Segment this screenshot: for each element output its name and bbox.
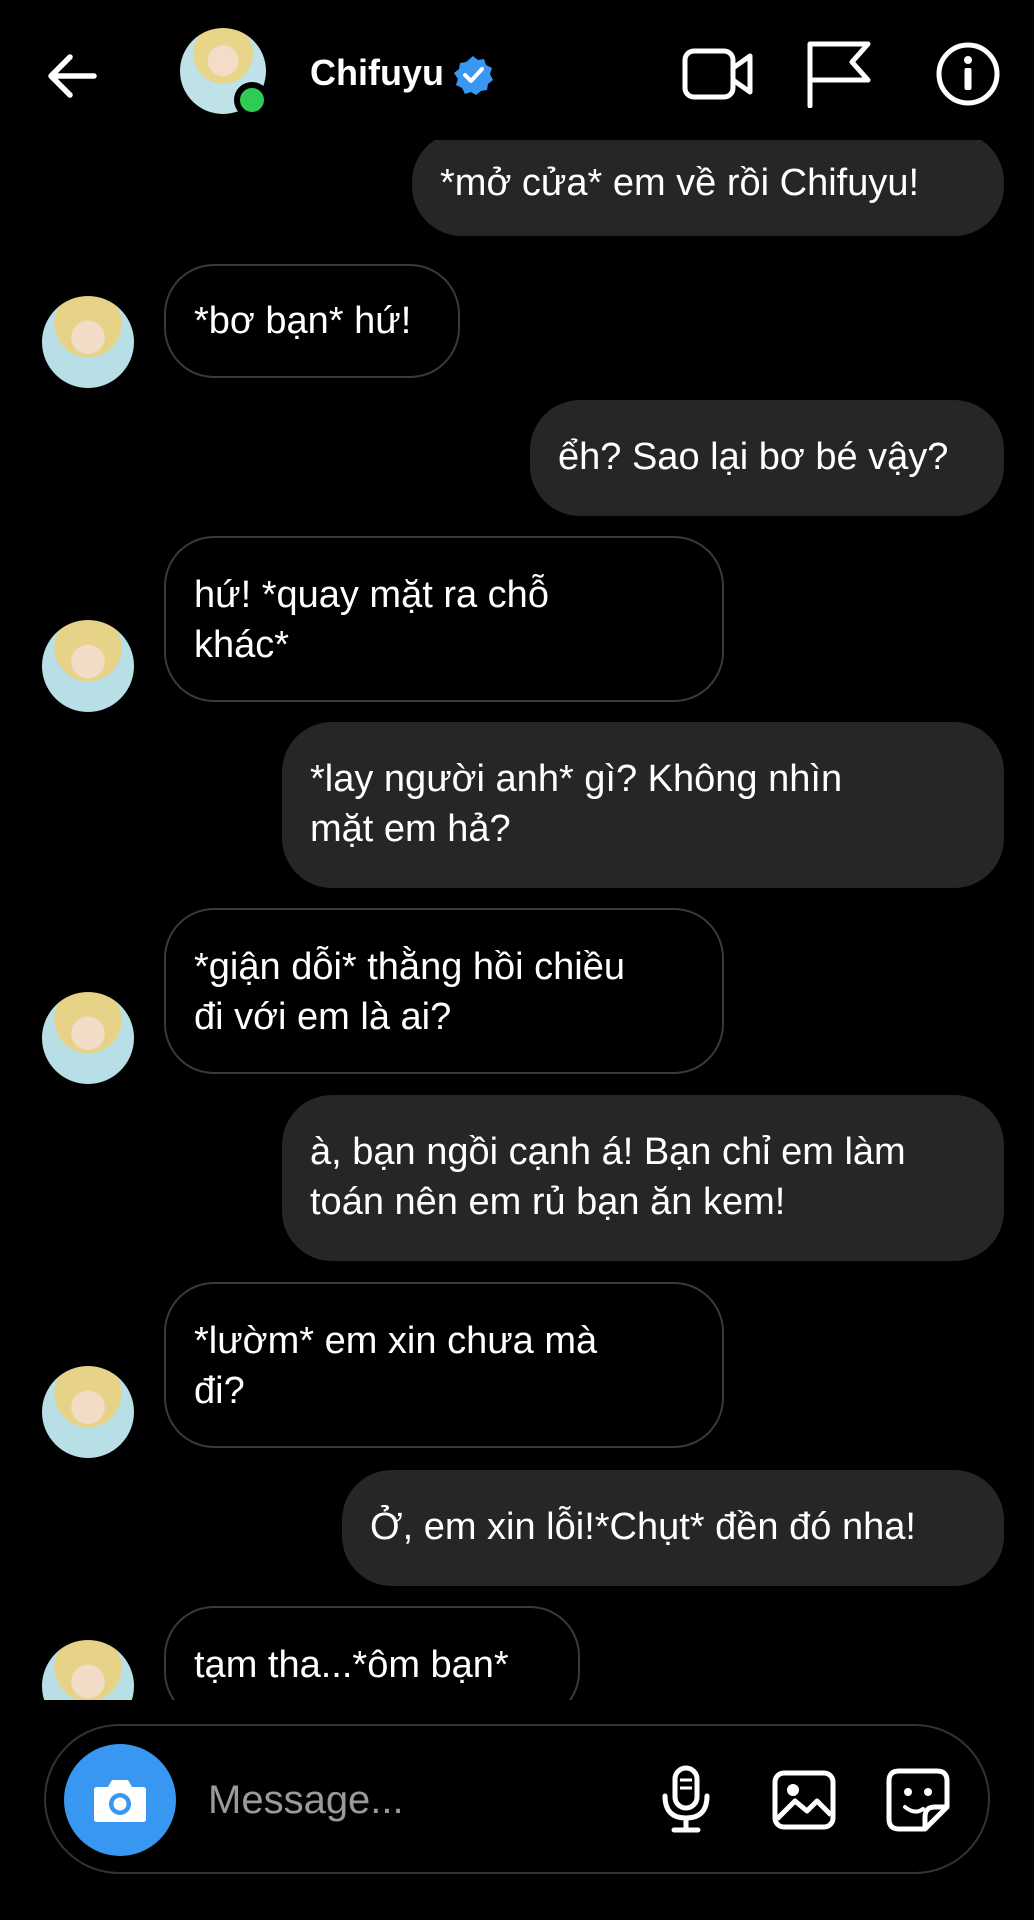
chat-header: Chifuyu <box>0 0 1034 140</box>
message-outgoing[interactable]: Ở, em xin lỗi!*Chụt* đền đó nha! <box>342 1470 1004 1586</box>
message-incoming[interactable]: *bơ bạn* hứ! <box>164 264 460 378</box>
camera-icon <box>94 1780 146 1822</box>
sender-avatar[interactable] <box>42 296 134 388</box>
message-outgoing[interactable]: *lay người anh* gì? Không nhìn mặt em hả… <box>282 722 1004 888</box>
message-outgoing[interactable]: à, bạn ngồi cạnh á! Bạn chỉ em làm toán … <box>282 1095 1004 1261</box>
gallery-icon <box>772 1770 836 1830</box>
message-incoming[interactable]: hứ! *quay mặt ra chỗ khác* <box>164 536 724 702</box>
sender-avatar[interactable] <box>42 992 134 1084</box>
sender-avatar[interactable] <box>42 1366 134 1458</box>
contact-name[interactable]: Chifuyu <box>310 50 444 96</box>
message-outgoing[interactable]: *mở cửa* em về rồi Chifuyu! <box>412 140 1004 236</box>
info-button[interactable] <box>930 36 1006 112</box>
sender-avatar[interactable] <box>42 620 134 712</box>
camera-button[interactable] <box>64 1744 176 1856</box>
message-incoming[interactable]: *giận dỗi* thằng hồi chiều đi với em là … <box>164 908 724 1074</box>
message-incoming[interactable]: *lườm* em xin chưa mà đi? <box>164 1282 724 1448</box>
message-composer <box>44 1724 990 1874</box>
verified-badge-icon <box>454 56 493 95</box>
back-button[interactable] <box>40 44 104 108</box>
voice-message-button[interactable] <box>646 1760 726 1840</box>
video-call-icon <box>682 48 753 100</box>
message-outgoing[interactable]: ểh? Sao lại bơ bé vậy? <box>530 400 1004 516</box>
report-button[interactable] <box>800 36 876 112</box>
sticker-icon <box>886 1768 950 1832</box>
online-status-dot <box>234 82 270 118</box>
gallery-button[interactable] <box>764 1760 844 1840</box>
video-call-button[interactable] <box>680 36 756 112</box>
sticker-button[interactable] <box>878 1760 958 1840</box>
flag-icon <box>807 41 871 108</box>
back-arrow-icon <box>48 54 97 98</box>
message-list[interactable]: *mở cửa* em về rồi Chifuyu! *bơ bạn* hứ!… <box>0 140 1034 1700</box>
message-input[interactable] <box>206 1766 650 1834</box>
sender-avatar[interactable] <box>42 1640 134 1700</box>
microphone-icon <box>662 1765 710 1833</box>
info-icon <box>936 42 1000 106</box>
message-incoming[interactable]: tạm tha...*ôm bạn* <box>164 1606 580 1700</box>
